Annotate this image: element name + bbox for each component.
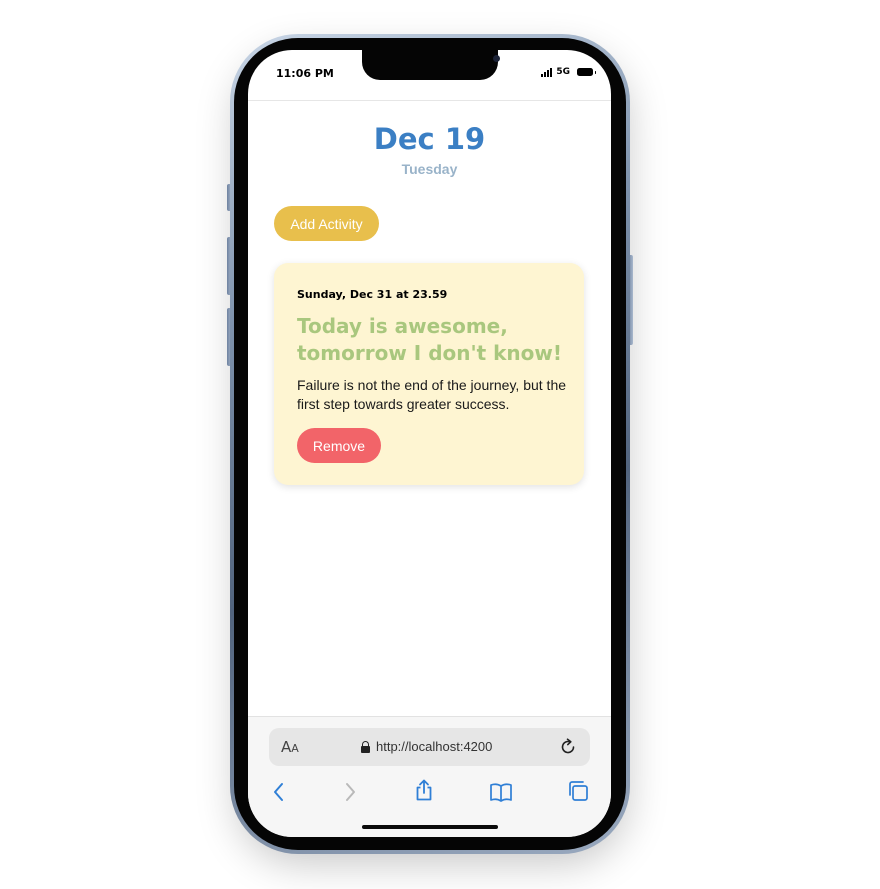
weekday-subtitle: Tuesday [401, 161, 458, 177]
battery-icon [577, 68, 596, 76]
lock-icon [361, 740, 370, 753]
add-activity-button[interactable]: Add Activity [274, 206, 379, 241]
status-time: 11:06 PM [276, 67, 334, 80]
activity-due-date: Sunday, Dec 31 at 23.59 [297, 288, 448, 301]
bookmarks-icon[interactable] [489, 780, 513, 804]
activity-title: Today is awesome, tomorrow I don't know! [297, 314, 563, 365]
camera-icon [493, 55, 500, 62]
text-size-button[interactable]: AA [281, 738, 299, 756]
notch [362, 50, 500, 80]
phone-screen: 11:06 PM 5G Dec 19 Tuesday Add Activity … [248, 50, 611, 837]
tabs-icon[interactable] [566, 779, 590, 803]
url-display[interactable]: http://localhost:4200 [361, 739, 492, 754]
url-text: http://localhost:4200 [376, 739, 493, 754]
status-indicators: 5G [541, 67, 596, 77]
reload-icon[interactable] [558, 737, 578, 757]
activity-card: Sunday, Dec 31 at 23.59 Today is awesome… [274, 263, 584, 485]
home-indicator [362, 825, 498, 829]
address-bar[interactable]: AA http://localhost:4200 [269, 728, 590, 766]
forward-icon[interactable] [338, 780, 362, 804]
share-icon[interactable] [412, 778, 436, 802]
back-icon[interactable] [267, 780, 291, 804]
browser-toolbar: AA http://localhost:4200 [248, 716, 611, 837]
activity-description: Failure is not the end of the journey, b… [297, 377, 567, 412]
signal-icon [541, 67, 553, 77]
status-bar: 11:06 PM 5G [248, 50, 611, 101]
page-title: Dec 19 [373, 122, 486, 156]
text-size-label-small: A [291, 742, 299, 755]
text-size-label-large: A [281, 738, 292, 756]
network-label: 5G [556, 67, 570, 77]
remove-activity-button[interactable]: Remove [297, 428, 381, 463]
